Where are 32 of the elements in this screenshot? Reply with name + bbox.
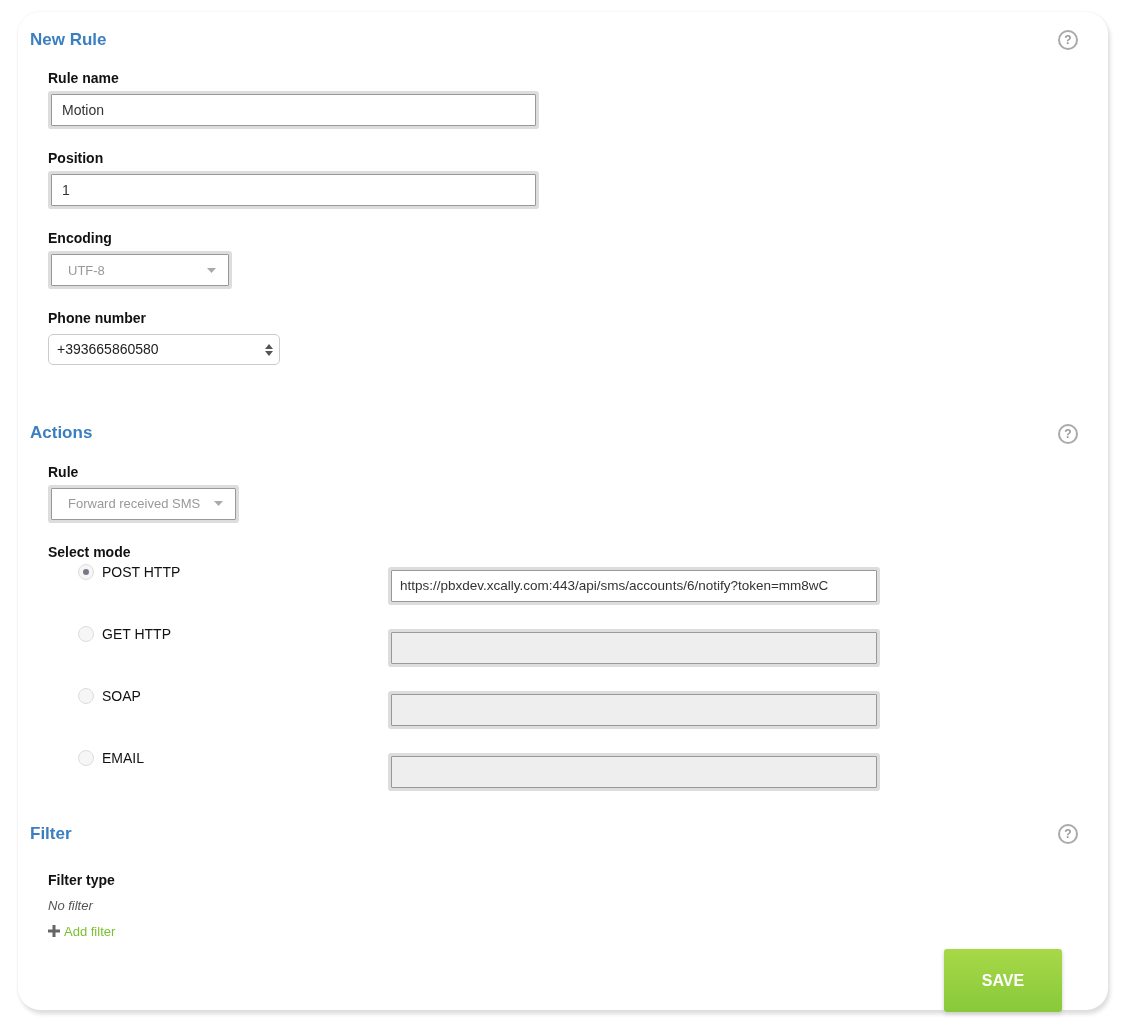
radio-button[interactable]	[78, 688, 94, 705]
field-label: Encoding	[48, 229, 112, 249]
field-label: Rule	[48, 462, 79, 482]
radio-label: GET HTTP	[102, 624, 171, 644]
radio-label: POST HTTP	[102, 562, 181, 582]
caret-icon	[207, 267, 216, 273]
select-field[interactable]: +393665860580	[48, 334, 280, 366]
spinner-arrows-icon	[265, 343, 273, 356]
save-button[interactable]: SAVE	[944, 949, 1062, 1013]
radio-label: EMAIL	[102, 748, 144, 768]
field-label: Phone number	[48, 309, 146, 329]
section-title: New Rule	[30, 30, 107, 51]
add-filter-link[interactable]: Add filter	[64, 921, 116, 942]
radio-button[interactable]	[78, 626, 94, 643]
radio-label: SOAP	[102, 686, 141, 706]
field-label: Rule name	[48, 69, 119, 89]
plus-icon	[48, 925, 60, 938]
help-icon[interactable]: ?	[1058, 30, 1078, 51]
section-title: Actions	[30, 423, 93, 444]
text-field[interactable]: Motion	[51, 94, 536, 127]
text-field[interactable]: 1	[51, 174, 536, 207]
field-label: Select mode	[48, 542, 131, 562]
radio-button[interactable]	[78, 750, 94, 767]
caret-icon	[214, 501, 224, 507]
help-icon[interactable]: ?	[1058, 423, 1078, 444]
empty-text: No filter	[48, 897, 95, 916]
section-title: Filter	[30, 823, 72, 845]
field-label: Filter type	[48, 871, 115, 891]
url-field[interactable]: https://pbxdev.xcally.com:443/api/sms/accounts/6/notify?token=mm8wC	[391, 569, 877, 602]
radio-button[interactable]	[78, 564, 94, 581]
field-label: Position	[48, 149, 104, 169]
help-icon[interactable]: ?	[1058, 823, 1078, 844]
